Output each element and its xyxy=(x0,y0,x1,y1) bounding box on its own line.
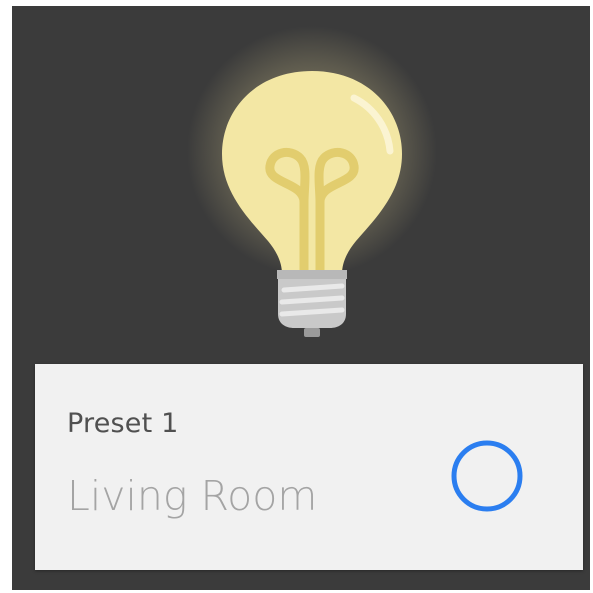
watch-screen: Preset 1 Living Room xyxy=(12,6,590,590)
lightbulb-icon xyxy=(187,26,437,337)
preset-card[interactable]: Preset 1 Living Room xyxy=(35,364,583,570)
circle-outline-icon[interactable] xyxy=(449,438,525,514)
preset-label: Preset 1 xyxy=(67,408,179,439)
room-name: Living Room xyxy=(67,472,318,520)
